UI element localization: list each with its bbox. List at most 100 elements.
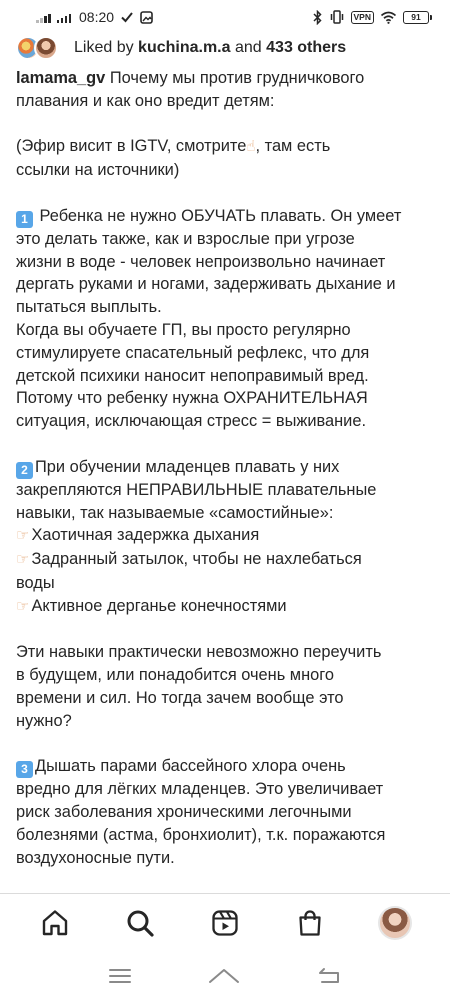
nav-shop[interactable] (288, 901, 332, 945)
caption-line: времени и сил. Но тогда зачем вообще это (16, 687, 436, 710)
caption-line: закрепляются НЕПРАВИЛЬНЫЕ плавательные (16, 479, 436, 502)
caption-text: Потому что ребенку нужна ОХРАНИТЕЛЬНАЯ (16, 389, 368, 408)
back-icon[interactable] (316, 967, 342, 985)
caption-text: Активное дерганье конечностями (31, 596, 287, 615)
caption-line: в будущем, или понадобится очень много (16, 664, 436, 687)
caption-line: 3 Дышать парами бассейного хлора очень (16, 755, 436, 779)
likes-middle: and (234, 39, 262, 56)
caption-text: нужно? (16, 711, 72, 730)
keycap-emoji-icon: 3 (16, 761, 33, 779)
caption-line: вредно для лёгких младенцев. Это увеличи… (16, 778, 436, 801)
caption-text: пытаться выплыть. (16, 298, 162, 317)
caption-text: ссылки на источники) (16, 161, 180, 180)
signal-icon (36, 12, 51, 23)
caption-text: это делать также, как и взрослые при угр… (16, 229, 355, 248)
wifi-icon (380, 11, 397, 24)
caption-text: Когда вы обучаете ГП, вы просто регулярн… (16, 320, 351, 339)
caption-text: риск заболевания хроническими легочными (16, 803, 352, 822)
caption-text: , там есть (255, 137, 331, 156)
caption-line: Потому что ребенку нужна ОХРАНИТЕЛЬНАЯ (16, 387, 436, 410)
caption-line: плавания и как оно вредит детям: (16, 90, 436, 113)
caption-text: детской психики наносит непоправимый вре… (16, 366, 369, 385)
caption-text: Ребенка не нужно ОБУЧАТЬ плавать. Он уме… (35, 206, 402, 225)
caption-paragraph: 1 Ребенка не нужно ОБУЧАТЬ плавать. Он у… (16, 205, 436, 433)
bluetooth-icon (312, 9, 322, 25)
caption-text: Почему мы против грудничкового (105, 69, 365, 87)
caption-line: Когда вы обучаете ГП, вы просто регулярн… (16, 319, 436, 342)
likes-row[interactable]: Liked by kuchina.m.a and 433 others (16, 36, 346, 60)
caption-paragraph: Эти навыки практически невозможно переуч… (16, 641, 436, 732)
system-nav (0, 951, 450, 1000)
check-icon (121, 12, 133, 23)
battery-icon: 91 (403, 10, 432, 24)
caption-paragraph: 3 Дышать парами бассейного хлора очень вре… (16, 755, 436, 869)
caption-text: времени и сил. Но тогда зачем вообще это (16, 688, 344, 707)
caption-text: стимулируете спасательный рефлекс, что д… (16, 343, 370, 362)
pointing-hand-icon: ☞ (16, 551, 30, 569)
reels-icon (212, 909, 238, 936)
menu-icon[interactable] (108, 967, 132, 985)
caption-text: При обучении младенцев плавать у них (35, 457, 340, 476)
caption-line: нужно? (16, 710, 436, 733)
caption-text: в будущем, или понадобится очень много (16, 666, 334, 685)
pointing-hand-icon: ☞ (16, 527, 30, 545)
keycap-emoji-icon: 2 (16, 461, 33, 479)
battery-tip (430, 14, 432, 20)
search-icon (127, 910, 154, 937)
avatar (34, 36, 58, 60)
likes-others[interactable]: 433 others (266, 39, 346, 57)
caption-text: плавания и как оно вредит детям: (16, 91, 275, 110)
caption-line: Эти навыки практически невозможно переуч… (16, 641, 436, 664)
bottom-nav (0, 893, 450, 951)
caption-line: болезнями (астма, бронхиолит), т.к. пора… (16, 824, 436, 847)
caption-text: воды (16, 573, 55, 592)
caption-text: Задранный затылок, чтобы не нахлебаться (31, 550, 362, 569)
home-icon (42, 909, 67, 935)
caption-line: 1 Ребенка не нужно ОБУЧАТЬ плавать. Он у… (16, 205, 436, 228)
caption-text: жизни в воде - человек непроизвольно нач… (16, 252, 386, 271)
liker-avatars (16, 36, 64, 60)
caption-paragraph: lamama_gv Почему мы против грудничкового… (16, 67, 436, 113)
caption-line: риск заболевания хроническими легочными (16, 801, 436, 824)
image-icon (140, 10, 153, 24)
caption-text: вредно для лёгких младенцев. Это увеличи… (16, 780, 384, 799)
caption-line: ☞ Хаотичная задержка дыхания (16, 524, 436, 548)
status-bar: 08:20 VPN 91 (0, 0, 450, 34)
profile-avatar (378, 905, 413, 940)
caption-text: Эти навыки практически невозможно переуч… (16, 643, 382, 662)
caption-text: болезнями (астма, бронхиолит), т.к. пора… (16, 825, 386, 844)
caption-paragraph: (Эфир висит в IGTV, смотрите☝, там есть с… (16, 135, 436, 182)
caption-paragraph: 2 При обучении младенцев плавать у них зак… (16, 456, 436, 619)
caption-line: стимулируете спасательный рефлекс, что д… (16, 342, 436, 365)
caption-text: ситуация, исключающая стресс = выживание… (16, 412, 367, 431)
nav-reels[interactable] (203, 901, 247, 945)
caption-text: (Эфир висит в IGTV, смотрите (16, 137, 247, 156)
caption-line: дергать руками и ногами, задерживать дых… (16, 273, 436, 296)
home-icon[interactable] (207, 966, 241, 986)
caption-line: lamama_gv Почему мы против грудничкового (16, 67, 436, 90)
caption-line: жизни в воде - человек непроизвольно нач… (16, 251, 436, 274)
nav-home[interactable] (33, 901, 77, 945)
pointing-up-icon: ☝ (246, 138, 256, 156)
pointing-hand-icon: ☞ (16, 597, 30, 615)
caption-line: ситуация, исключающая стресс = выживание… (16, 410, 436, 433)
vpn-badge: VPN (350, 10, 374, 24)
caption-text: закрепляются НЕПРАВИЛЬНЫЕ плавательные (16, 480, 377, 499)
likes-prefix: Liked by (74, 39, 134, 56)
caption-line: детской психики наносит непоправимый вре… (16, 365, 436, 388)
nav-search[interactable] (118, 901, 162, 945)
caption-username[interactable]: lamama_gv (16, 69, 105, 87)
caption-line: (Эфир висит в IGTV, смотрите☝, там есть (16, 135, 436, 159)
signal-icon (56, 12, 71, 23)
vibrate-icon (330, 10, 343, 24)
nav-profile[interactable] (373, 901, 417, 945)
caption-line: воздухоносные пути. (16, 847, 436, 870)
status-right: VPN 91 (312, 9, 432, 25)
caption-text: воздухоносные пути. (16, 848, 175, 867)
caption-text: Дышать парами бассейного хлора очень (35, 757, 346, 776)
shop-icon (299, 909, 321, 936)
caption-line: пытаться выплыть. (16, 296, 436, 319)
liker-username[interactable]: kuchina.m.a (138, 39, 230, 57)
caption-text: Хаотичная задержка дыхания (31, 526, 260, 545)
keycap-emoji-icon: 1 (16, 210, 33, 228)
